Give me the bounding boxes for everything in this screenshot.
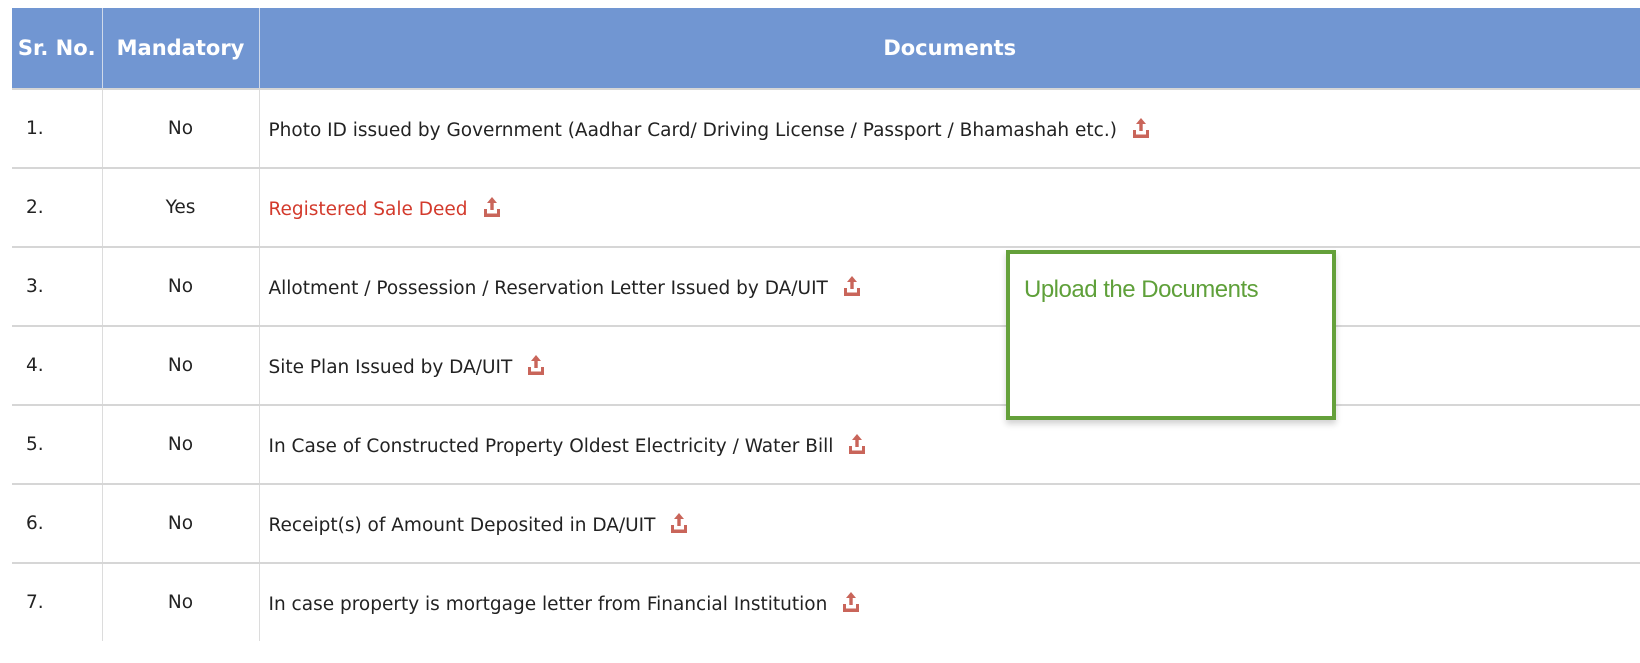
- row-document: Photo ID issued by Government (Aadhar Ca…: [259, 88, 1640, 168]
- header-sr-no: Sr. No.: [12, 8, 103, 89]
- row-document: Registered Sale Deed: [259, 167, 1640, 247]
- upload-tooltip: Upload the Documents: [1006, 250, 1336, 420]
- row-mandatory: No: [102, 404, 260, 484]
- document-label: Receipt(s) of Amount Deposited in DA/UIT: [268, 514, 656, 536]
- document-label: In case property is mortgage letter from…: [268, 593, 828, 615]
- table-row: 7. No In case property is mortgage lette…: [12, 562, 1640, 641]
- document-label: In Case of Constructed Property Oldest E…: [268, 435, 834, 457]
- upload-icon[interactable]: [482, 196, 502, 218]
- row-mandatory: No: [102, 325, 260, 405]
- row-mandatory: No: [102, 562, 260, 641]
- upload-icon[interactable]: [841, 591, 861, 613]
- upload-icon[interactable]: [1131, 117, 1151, 139]
- table-row: 2. Yes Registered Sale Deed: [12, 167, 1640, 247]
- row-sr-no: 1.: [12, 88, 103, 168]
- documents-table: Sr. No. Mandatory Documents 1. No Photo …: [12, 8, 1640, 641]
- row-document: In case property is mortgage letter from…: [259, 562, 1640, 641]
- tooltip-text: Upload the Documents: [1024, 276, 1259, 303]
- row-sr-no: 7.: [12, 562, 103, 641]
- row-mandatory: No: [102, 246, 260, 326]
- row-sr-no: 4.: [12, 325, 103, 405]
- upload-icon[interactable]: [842, 275, 862, 297]
- row-document: Site Plan Issued by DA/UIT: [259, 325, 1640, 405]
- row-document: In Case of Constructed Property Oldest E…: [259, 404, 1640, 484]
- row-mandatory: No: [102, 88, 260, 168]
- row-sr-no: 6.: [12, 483, 103, 563]
- header-mandatory: Mandatory: [102, 8, 260, 89]
- row-document: Receipt(s) of Amount Deposited in DA/UIT: [259, 483, 1640, 563]
- table-row: 6. No Receipt(s) of Amount Deposited in …: [12, 483, 1640, 563]
- document-label-required: Registered Sale Deed: [268, 198, 468, 220]
- row-mandatory: No: [102, 483, 260, 563]
- table-row: 4. No Site Plan Issued by DA/UIT: [12, 325, 1640, 405]
- document-label: Site Plan Issued by DA/UIT: [268, 356, 513, 378]
- row-sr-no: 5.: [12, 404, 103, 484]
- row-mandatory: Yes: [102, 167, 260, 247]
- table-row: 5. No In Case of Constructed Property Ol…: [12, 404, 1640, 484]
- table-row: 3. No Allotment / Possession / Reservati…: [12, 246, 1640, 326]
- upload-icon[interactable]: [669, 512, 689, 534]
- table-row: 1. No Photo ID issued by Government (Aad…: [12, 88, 1640, 168]
- row-document: Allotment / Possession / Reservation Let…: [259, 246, 1640, 326]
- upload-icon[interactable]: [526, 354, 546, 376]
- row-sr-no: 2.: [12, 167, 103, 247]
- document-label: Photo ID issued by Government (Aadhar Ca…: [268, 119, 1117, 141]
- row-sr-no: 3.: [12, 246, 103, 326]
- header-documents: Documents: [259, 8, 1640, 89]
- upload-icon[interactable]: [847, 433, 867, 455]
- table-header-row: Sr. No. Mandatory Documents: [12, 8, 1640, 89]
- document-label: Allotment / Possession / Reservation Let…: [268, 277, 828, 299]
- page: Sr. No. Mandatory Documents 1. No Photo …: [0, 0, 1640, 663]
